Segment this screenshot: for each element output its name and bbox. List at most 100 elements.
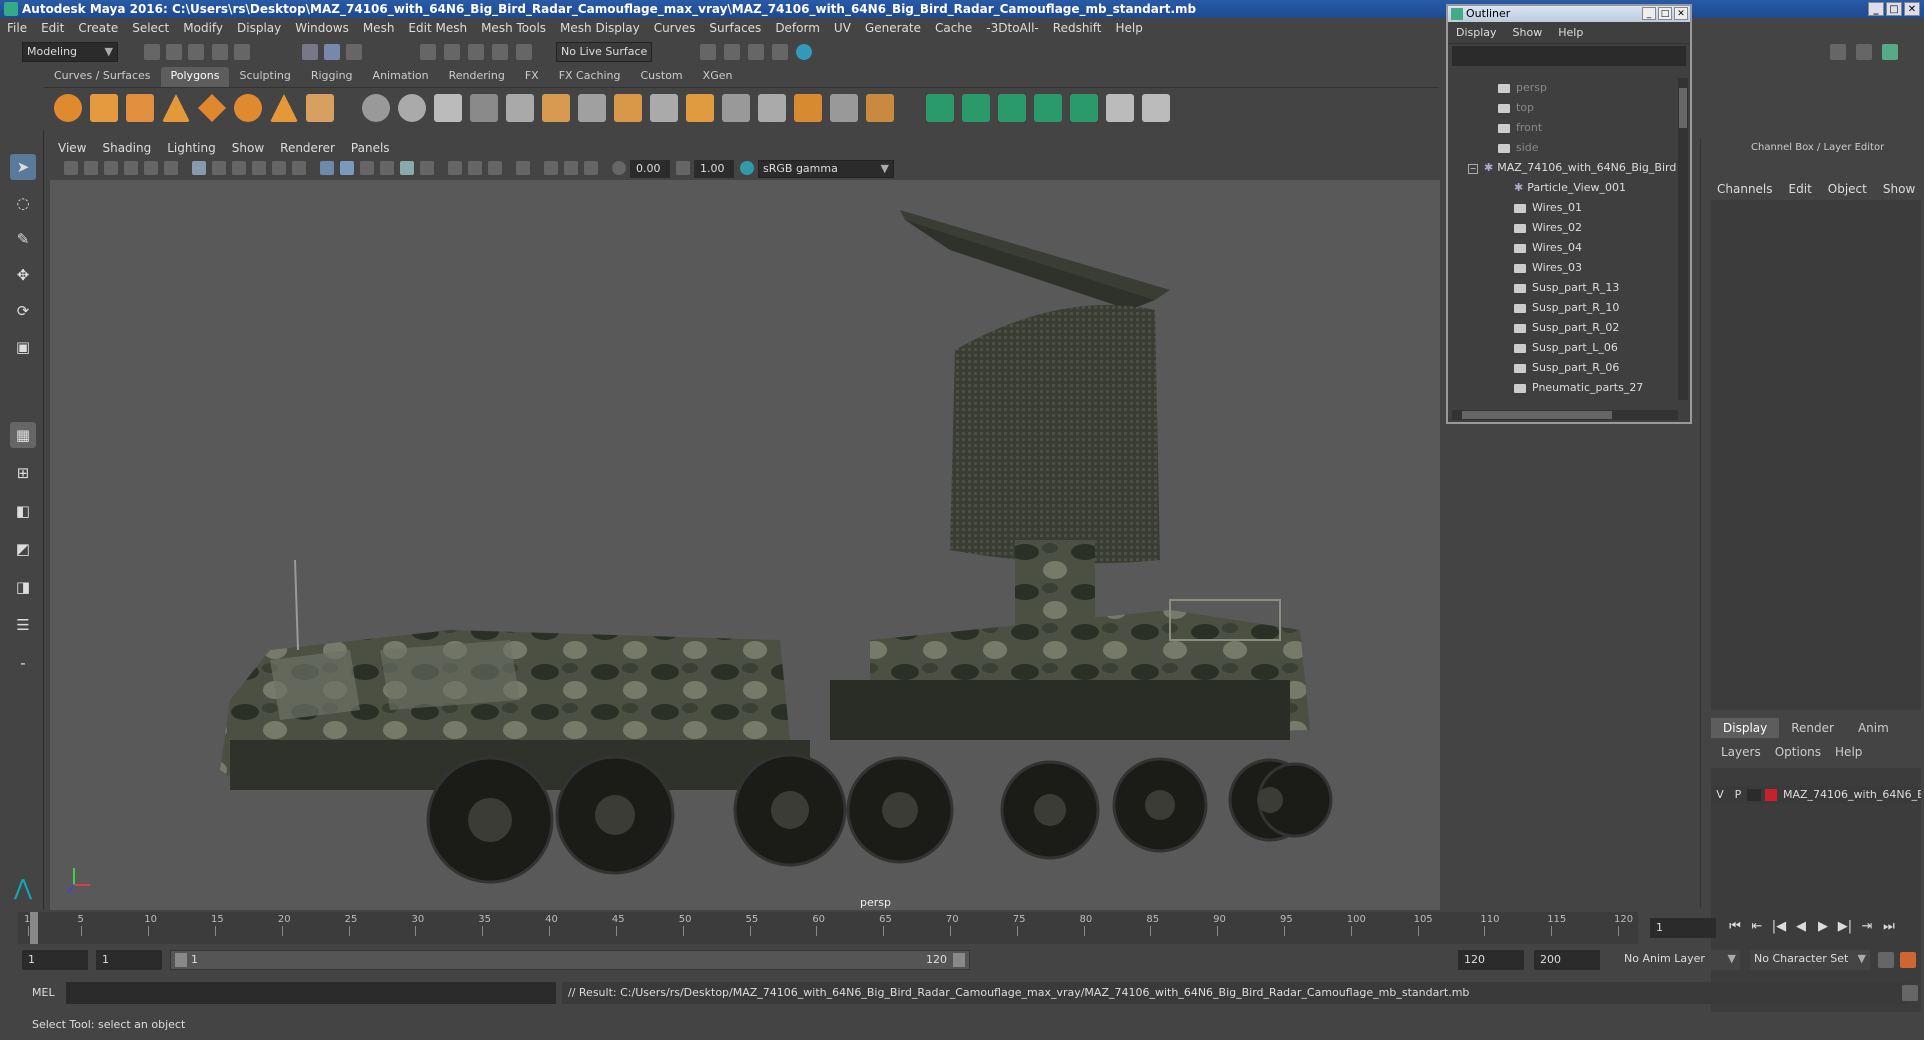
outliner-item-pneumatic-27[interactable]: Pneumatic_parts_27 bbox=[1448, 378, 1676, 398]
bevel-icon[interactable] bbox=[614, 94, 642, 122]
color-space-dropdown[interactable]: sRGB gamma ▼ bbox=[758, 160, 894, 178]
rotate-tool-icon[interactable]: ⟳ bbox=[10, 298, 36, 324]
menu-edit[interactable]: Edit bbox=[34, 21, 71, 35]
select-tool-icon[interactable]: ➤ bbox=[10, 154, 36, 180]
uv-planar-icon[interactable] bbox=[926, 94, 954, 122]
outliner-item-front[interactable]: front bbox=[1448, 118, 1676, 138]
channel-menu-object[interactable]: Object bbox=[1828, 182, 1867, 196]
outliner-vertical-scrollbar[interactable] bbox=[1678, 78, 1688, 400]
menu-file[interactable]: File bbox=[0, 21, 34, 35]
outliner-item-top[interactable]: top bbox=[1448, 98, 1676, 118]
minimize-button[interactable]: _ bbox=[1868, 2, 1884, 16]
layer-menu-layers[interactable]: Layers bbox=[1721, 745, 1761, 759]
merge-icon[interactable] bbox=[830, 94, 858, 122]
outliner-item-wires-02[interactable]: Wires_02 bbox=[1448, 218, 1676, 238]
snap-view-icon[interactable] bbox=[492, 44, 508, 60]
animation-preferences-icon[interactable] bbox=[1900, 952, 1916, 968]
step-forward-frame-icon[interactable]: ▶| bbox=[1836, 918, 1854, 936]
outliner-scroll-thumb[interactable] bbox=[1679, 88, 1687, 128]
image-plane-icon[interactable] bbox=[124, 161, 138, 175]
outliner-item-side[interactable]: side bbox=[1448, 138, 1676, 158]
menu-mesh-tools[interactable]: Mesh Tools bbox=[474, 21, 553, 35]
menu-generate[interactable]: Generate bbox=[858, 21, 928, 35]
layer-menu-help[interactable]: Help bbox=[1835, 745, 1862, 759]
exposure-field[interactable]: 0.00 bbox=[630, 160, 670, 178]
select-hierarchy-icon[interactable] bbox=[302, 44, 318, 60]
bookmark-icon[interactable] bbox=[104, 161, 118, 175]
field-chart-icon[interactable] bbox=[272, 161, 286, 175]
resolution-gate-icon[interactable] bbox=[232, 161, 246, 175]
four-view-layout-icon[interactable]: ⊞ bbox=[10, 460, 36, 486]
shelf-tab-xgen[interactable]: XGen bbox=[693, 67, 743, 87]
persp-hypershade-layout-icon[interactable]: ◨ bbox=[10, 574, 36, 600]
range-start-handle[interactable] bbox=[175, 953, 187, 967]
poly-cylinder-icon[interactable] bbox=[126, 94, 154, 122]
smooth-shade-icon[interactable] bbox=[340, 161, 354, 175]
outliner-item-group[interactable]: − ✱ MAZ_74106_with_64N6_Big_Bird_ bbox=[1448, 158, 1676, 178]
menu-redshift[interactable]: Redshift bbox=[1046, 21, 1109, 35]
outliner-item-susp-r-10[interactable]: Susp_part_R_10 bbox=[1448, 298, 1676, 318]
persp-outliner-layout-icon[interactable]: ◧ bbox=[10, 498, 36, 524]
command-input[interactable] bbox=[66, 982, 556, 1004]
outliner-close-button[interactable]: ✕ bbox=[1674, 7, 1688, 20]
poly-cube-icon[interactable] bbox=[90, 94, 118, 122]
outliner-item-wires-03[interactable]: Wires_03 bbox=[1448, 258, 1676, 278]
paint-select-tool-icon[interactable]: ✎ bbox=[10, 226, 36, 252]
menu-mesh[interactable]: Mesh bbox=[356, 21, 402, 35]
outliner-minimize-button[interactable]: _ bbox=[1642, 7, 1656, 20]
layer-menu-options[interactable]: Options bbox=[1775, 745, 1821, 759]
play-backwards-icon[interactable]: ◀ bbox=[1792, 918, 1810, 936]
shelf-tab-fx[interactable]: FX bbox=[515, 67, 549, 87]
menu-surfaces[interactable]: Surfaces bbox=[702, 21, 768, 35]
fill-hole-icon[interactable] bbox=[794, 94, 822, 122]
outliner-menu-show[interactable]: Show bbox=[1505, 26, 1551, 39]
menu-display[interactable]: Display bbox=[230, 21, 288, 35]
display-layer-row[interactable]: V P MAZ_74106_with_64N6_B bbox=[1711, 786, 1921, 804]
channel-menu-edit[interactable]: Edit bbox=[1789, 182, 1812, 196]
render-frame-icon[interactable] bbox=[724, 44, 740, 60]
tab-anim[interactable]: Anim bbox=[1846, 718, 1901, 738]
layer-type-toggle[interactable] bbox=[1747, 789, 1761, 801]
viewport-menu-lighting[interactable]: Lighting bbox=[159, 141, 224, 155]
poly-pyramid-icon[interactable] bbox=[270, 94, 298, 122]
multi-cut-icon[interactable] bbox=[578, 94, 606, 122]
lasso-tool-icon[interactable]: ◌ bbox=[10, 190, 36, 216]
poly-pipe-icon[interactable] bbox=[306, 94, 334, 122]
outliner-titlebar[interactable]: Outliner _ □ ✕ bbox=[1448, 6, 1690, 22]
separate-icon[interactable] bbox=[398, 94, 426, 122]
redo-icon[interactable] bbox=[234, 44, 250, 60]
uv-editor-icon[interactable] bbox=[1106, 94, 1134, 122]
poly-torus-icon[interactable] bbox=[234, 94, 262, 122]
combine-icon[interactable] bbox=[362, 94, 390, 122]
collapse-icon[interactable]: − bbox=[1468, 164, 1478, 174]
go-to-start-icon[interactable]: ⏮ bbox=[1726, 918, 1744, 936]
auto-key-icon[interactable] bbox=[1878, 952, 1894, 968]
go-to-end-icon[interactable]: ⏭ bbox=[1880, 918, 1898, 936]
anti-aliasing-icon[interactable] bbox=[488, 161, 502, 175]
undo-icon[interactable] bbox=[212, 44, 228, 60]
viewport-menu-show[interactable]: Show bbox=[224, 141, 272, 155]
outliner-maximize-button[interactable]: □ bbox=[1658, 7, 1672, 20]
wireframe-icon[interactable] bbox=[320, 161, 334, 175]
tab-display[interactable]: Display bbox=[1711, 718, 1780, 738]
shelf-tab-curves-surfaces[interactable]: Curves / Surfaces bbox=[44, 67, 161, 87]
toggle-attribute-editor-icon[interactable] bbox=[1830, 44, 1846, 60]
shelf-tab-rendering[interactable]: Rendering bbox=[439, 67, 515, 87]
hypershade-icon[interactable] bbox=[796, 44, 812, 60]
menu-windows[interactable]: Windows bbox=[288, 21, 356, 35]
outliner-menu-help[interactable]: Help bbox=[1550, 26, 1591, 39]
menu-create[interactable]: Create bbox=[71, 21, 125, 35]
channel-menu-show[interactable]: Show bbox=[1883, 182, 1915, 196]
snap-curve-icon[interactable] bbox=[444, 44, 460, 60]
xray-icon[interactable] bbox=[544, 161, 558, 175]
uv-automatic-icon[interactable] bbox=[1034, 94, 1062, 122]
two-d-pan-icon[interactable] bbox=[144, 161, 158, 175]
menu-select[interactable]: Select bbox=[125, 21, 176, 35]
xray-joints-icon[interactable] bbox=[564, 161, 578, 175]
camera-attributes-icon[interactable] bbox=[84, 161, 98, 175]
scene-start-field[interactable]: 1 bbox=[22, 950, 88, 970]
viewport-menu-view[interactable]: View bbox=[50, 141, 94, 155]
uv-layout-icon[interactable] bbox=[1142, 94, 1170, 122]
channel-menu-channels[interactable]: Channels bbox=[1717, 182, 1773, 196]
poly-plane-icon[interactable] bbox=[198, 94, 226, 122]
